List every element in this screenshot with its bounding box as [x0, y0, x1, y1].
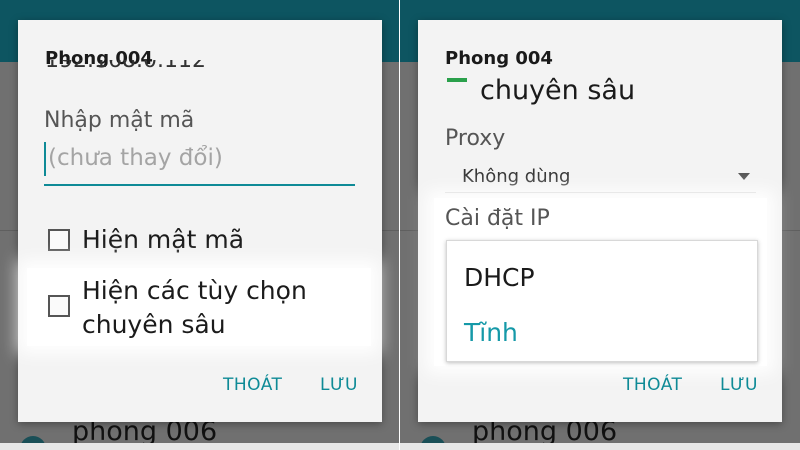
clipped-text: 192.168.0.112	[45, 60, 235, 72]
ip-settings-dropdown: DHCP Tĩnh	[446, 240, 758, 362]
wifi-dialog: Phong 004 192.168.0.112 Nhập mật mã (chư…	[18, 20, 382, 422]
left-screen: phong 006 Phong 004 192.168.0.112 Nhập m…	[0, 0, 400, 450]
password-label: Nhập mật mã	[44, 108, 195, 133]
dropdown-arrow-icon[interactable]	[738, 173, 750, 180]
ip-option-static[interactable]: Tĩnh	[464, 318, 518, 347]
dialog-subtitle: chuyên sâu	[480, 75, 636, 106]
show-password-label[interactable]: Hiện mật mã	[82, 223, 244, 257]
proxy-select-underline	[445, 192, 756, 193]
dialog-title: Phong 004	[445, 48, 553, 69]
save-button[interactable]: LƯU	[720, 375, 758, 395]
cancel-button[interactable]: THOÁT	[223, 375, 282, 395]
bottom-strip	[400, 443, 800, 450]
ip-settings-label: Cài đặt IP	[445, 206, 550, 231]
signal-indicator	[447, 78, 467, 82]
wifi-dialog-advanced: Phong 004 chuyên sâu Proxy Không dùng Cà…	[418, 20, 782, 422]
proxy-select-value[interactable]: Không dùng	[462, 166, 570, 187]
show-password-checkbox[interactable]	[48, 229, 70, 251]
advanced-options-label-line2[interactable]: chuyên sâu	[82, 308, 226, 342]
cancel-button[interactable]: THOÁT	[623, 375, 682, 395]
password-input[interactable]: (chưa thay đổi)	[44, 142, 355, 186]
password-placeholder: (chưa thay đổi)	[48, 145, 223, 171]
save-button[interactable]: LƯU	[320, 375, 358, 395]
proxy-label: Proxy	[445, 126, 506, 151]
bottom-strip	[0, 443, 400, 450]
right-screen: phong 006 Phong 004 chuyên sâu Proxy Khô…	[400, 0, 800, 450]
advanced-options-checkbox[interactable]	[48, 295, 70, 317]
text-cursor	[44, 142, 46, 176]
advanced-options-label-line1[interactable]: Hiện các tùy chọn	[82, 274, 307, 308]
ip-option-dhcp[interactable]: DHCP	[464, 263, 535, 292]
